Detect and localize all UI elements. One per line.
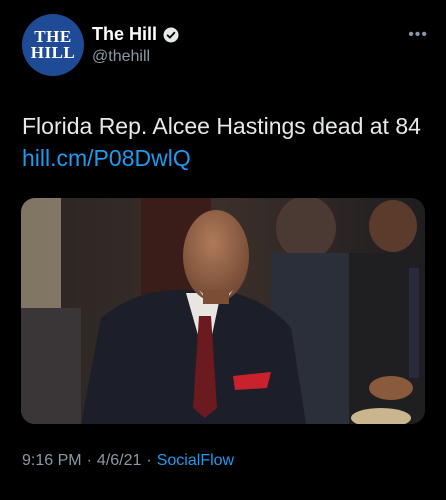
photo-illustration (21, 198, 425, 424)
tweet-header: THE HILL The Hill @thehill ••• (22, 14, 430, 78)
tweet-photo[interactable] (21, 198, 425, 424)
name-row: The Hill (92, 24, 180, 45)
avatar-text-line2: HILL (30, 43, 76, 62)
tweet-text: Florida Rep. Alcee Hastings dead at 84 h… (22, 110, 422, 174)
account-name[interactable]: The Hill (92, 24, 157, 45)
tweet-meta: 9:16 PM · 4/6/21 · SocialFlow (22, 452, 234, 470)
tweet-source[interactable]: SocialFlow (157, 452, 234, 470)
tweet-date[interactable]: 4/6/21 (97, 452, 141, 470)
more-options-icon[interactable]: ••• (408, 26, 428, 44)
verified-badge-icon (163, 27, 179, 42)
tweet-body: Florida Rep. Alcee Hastings dead at 84 (22, 113, 421, 139)
tweet-time[interactable]: 9:16 PM (22, 452, 82, 470)
avatar[interactable]: THE HILL (22, 14, 84, 76)
tweet-link[interactable]: hill.cm/P08DwlQ (22, 145, 191, 171)
meta-separator: · (146, 452, 152, 469)
account-handle[interactable]: @thehill (92, 48, 150, 66)
meta-separator: · (86, 452, 92, 469)
